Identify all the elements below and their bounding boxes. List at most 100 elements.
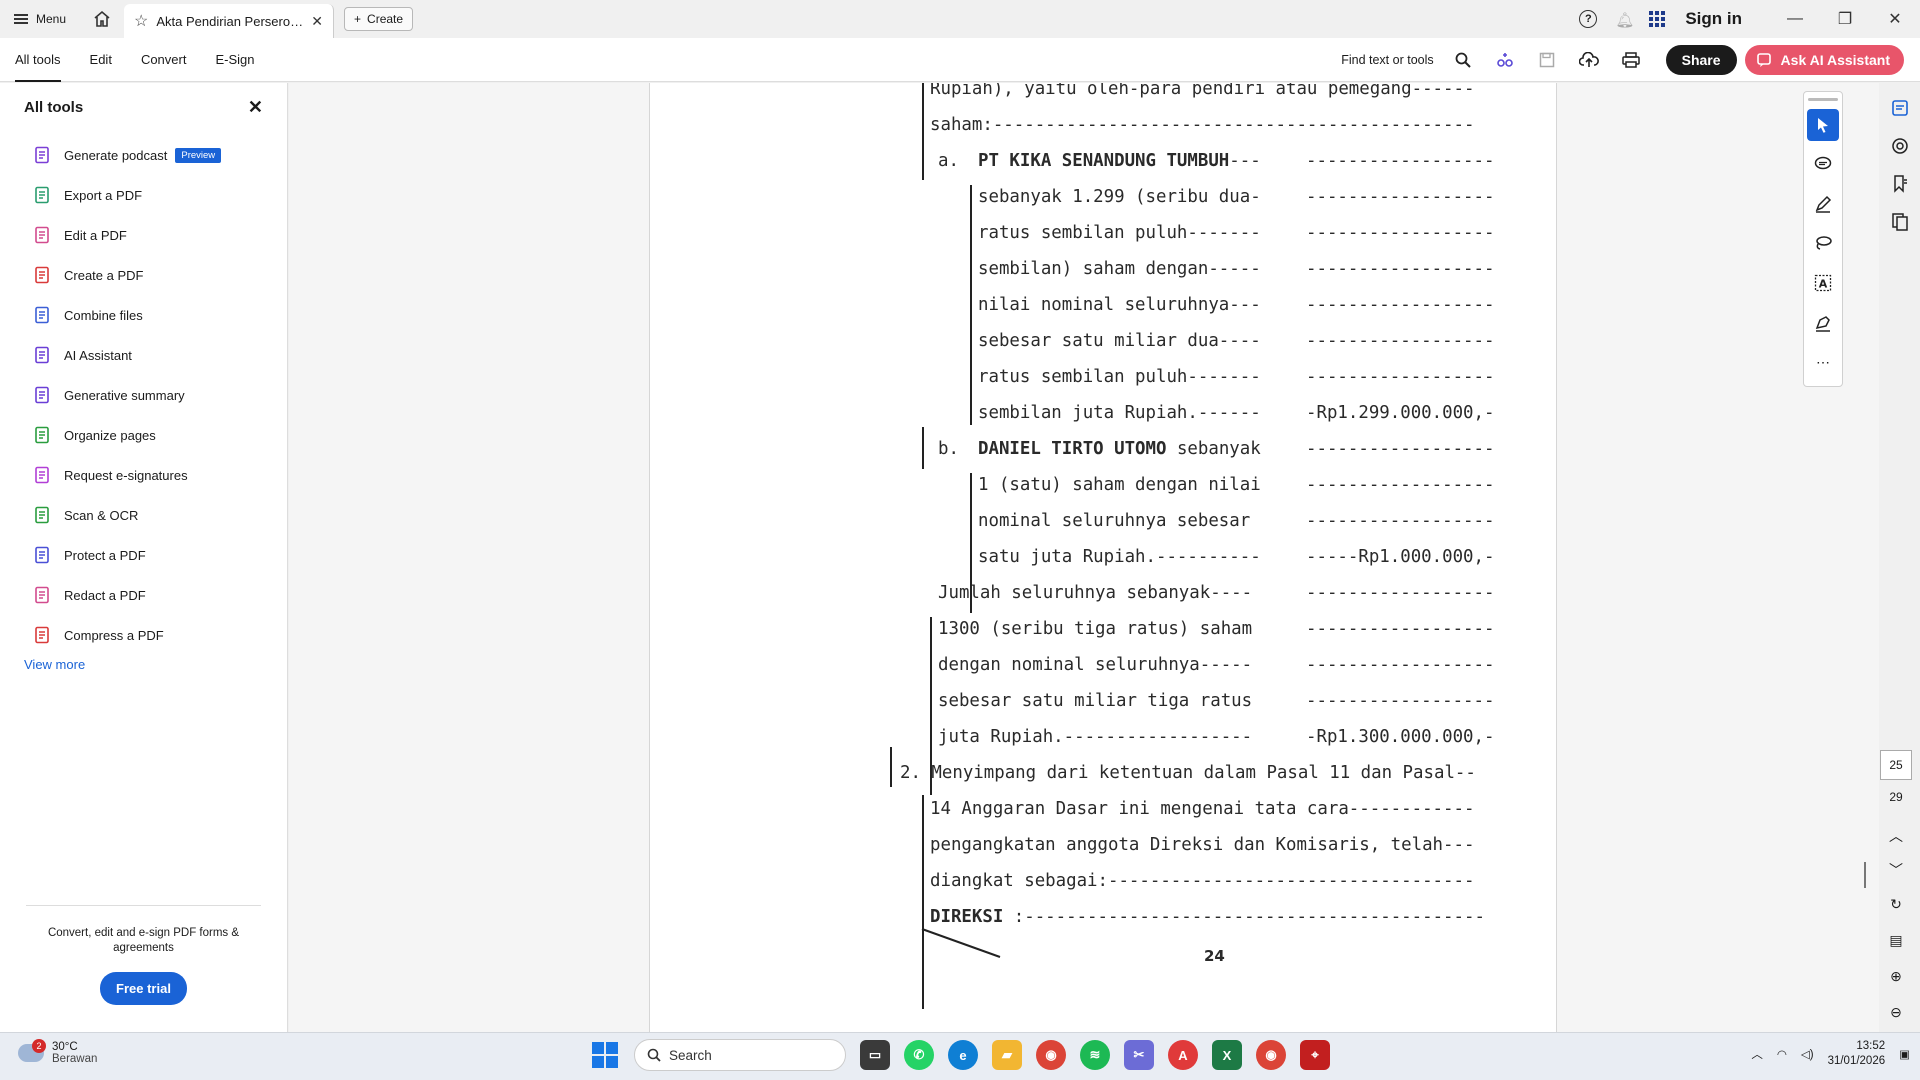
- view-more-link[interactable]: View more: [0, 657, 287, 672]
- print-icon[interactable]: [1610, 52, 1652, 68]
- acrobat-active-icon[interactable]: ⌖: [1300, 1040, 1330, 1070]
- home-button[interactable]: [80, 0, 124, 38]
- drag-handle[interactable]: [1808, 98, 1838, 101]
- tab-all-tools[interactable]: All tools: [0, 38, 75, 82]
- select-cursor-icon[interactable]: [1807, 108, 1839, 141]
- free-trial-button[interactable]: Free trial: [100, 972, 187, 1005]
- shareholder-name: PT KIKA SENANDUNG TUMBUH: [978, 151, 1230, 171]
- excel-icon[interactable]: X: [1212, 1040, 1242, 1070]
- bell-icon[interactable]: 🔔︎: [1615, 11, 1634, 29]
- create-button[interactable]: + Create: [344, 7, 414, 31]
- ai-tools-icon[interactable]: [1484, 51, 1526, 69]
- tool-item[interactable]: Organize pages: [0, 415, 287, 455]
- document-line: pengangkatan anggota Direksi dan Komisar…: [930, 835, 1475, 855]
- share-button[interactable]: Share: [1665, 45, 1737, 75]
- right-rail: [1880, 83, 1920, 1032]
- find-text-label[interactable]: Find text or tools: [1341, 53, 1433, 67]
- margin-line: [922, 795, 924, 1009]
- section-heading: DIREKSI: [930, 907, 1004, 927]
- document-line: nilai nominal seluruhnya---: [978, 295, 1261, 315]
- close-tab-icon[interactable]: ✕: [311, 13, 323, 30]
- star-icon[interactable]: ☆: [134, 11, 148, 31]
- tab-e-sign[interactable]: E-Sign: [200, 38, 268, 82]
- draw-lasso-icon[interactable]: [1807, 228, 1839, 260]
- close-panel-icon[interactable]: ✕: [248, 97, 263, 118]
- apps-grid-icon[interactable]: [1649, 11, 1666, 27]
- tool-item[interactable]: Redact a PDF: [0, 575, 287, 615]
- tool-item[interactable]: Protect a PDF: [0, 535, 287, 575]
- highlight-pen-icon[interactable]: [1807, 188, 1839, 220]
- document-tab[interactable]: ☆ Akta Pendirian Perseroa... ✕: [124, 4, 335, 38]
- help-icon[interactable]: ?: [1579, 10, 1598, 28]
- close-window-icon[interactable]: ✕: [1870, 9, 1920, 29]
- notification-icon[interactable]: ▣: [1899, 1047, 1910, 1061]
- comment-icon[interactable]: [1807, 149, 1839, 181]
- tool-item[interactable]: Generative summary: [0, 375, 287, 415]
- page-fit-icon[interactable]: ▤: [1880, 932, 1912, 949]
- previous-page-icon[interactable]: ︿: [1880, 826, 1912, 846]
- amount-column: ------------------: [1306, 475, 1495, 495]
- bookmarks-icon[interactable]: [1880, 165, 1920, 203]
- weather-widget[interactable]: 2 30°C Berawan: [18, 1039, 97, 1065]
- comments-panel-icon[interactable]: [1880, 127, 1920, 165]
- restore-icon[interactable]: ❐: [1820, 9, 1870, 29]
- sign-in-button[interactable]: Sign in: [1685, 9, 1742, 29]
- document-line: 1300 (seribu tiga ratus) saham: [938, 619, 1253, 639]
- start-button[interactable]: [590, 1040, 620, 1070]
- document-line: 2. Menyimpang dari ketentuan dalam Pasal…: [900, 763, 1476, 783]
- tool-item[interactable]: Create a PDF: [0, 255, 287, 295]
- amount-column: ------------------: [1306, 439, 1495, 459]
- tab-edit[interactable]: Edit: [75, 38, 126, 82]
- clock-time: 13:52: [1856, 1040, 1886, 1052]
- upload-cloud-icon[interactable]: [1568, 52, 1610, 68]
- tray-chevron-icon[interactable]: ︿: [1751, 1046, 1763, 1062]
- ai-summary-icon[interactable]: [1880, 89, 1920, 127]
- minimize-icon[interactable]: —: [1770, 10, 1820, 28]
- wifi-icon[interactable]: ◠: [1777, 1047, 1787, 1061]
- more-tools-icon[interactable]: ⋯: [1807, 346, 1839, 378]
- tab-convert[interactable]: Convert: [126, 38, 201, 82]
- zoom-in-icon[interactable]: ⊕: [1880, 968, 1912, 985]
- scrollbar-thumb[interactable]: [1864, 862, 1866, 888]
- save-icon[interactable]: [1526, 52, 1568, 68]
- tool-label: Protect a PDF: [64, 547, 146, 563]
- document-line: DIREKSI :-------------------------------…: [930, 907, 1485, 927]
- amount-column: ------------------: [1306, 223, 1495, 243]
- tool-item[interactable]: Edit a PDF: [0, 215, 287, 255]
- sign-pen-icon[interactable]: [1807, 307, 1839, 339]
- clock[interactable]: 13:52 31/01/2026: [1828, 1039, 1886, 1069]
- tool-label: Organize pages: [64, 427, 156, 443]
- tool-item[interactable]: Scan & OCR: [0, 495, 287, 535]
- whatsapp-icon[interactable]: ✆: [904, 1040, 934, 1070]
- taskbar-search[interactable]: Search: [634, 1039, 846, 1071]
- acrobat-reader-icon[interactable]: A: [1168, 1040, 1198, 1070]
- document-viewer[interactable]: Rupiah), yaitu oleh-para pendiri atau pe…: [289, 83, 1879, 1032]
- ask-ai-assistant-button[interactable]: Ask AI Assistant: [1744, 45, 1904, 75]
- text-box-icon[interactable]: A: [1807, 267, 1839, 299]
- chrome-profile-icon[interactable]: ◉: [1256, 1040, 1286, 1070]
- edge-icon[interactable]: e: [948, 1040, 978, 1070]
- menu-button[interactable]: Menu: [0, 0, 80, 38]
- tool-item[interactable]: Generate podcast Preview: [0, 135, 287, 175]
- tool-item[interactable]: AI Assistant: [0, 335, 287, 375]
- next-page-icon[interactable]: ﹀: [1880, 860, 1912, 880]
- document-line: dengan nominal seluruhnya-----: [938, 655, 1253, 675]
- zoom-out-icon[interactable]: ⊖: [1880, 1004, 1912, 1021]
- file-explorer-icon[interactable]: ▰: [992, 1040, 1022, 1070]
- rotate-icon[interactable]: ↻: [1880, 896, 1912, 913]
- pages-icon[interactable]: [1880, 203, 1920, 241]
- search-icon[interactable]: [1442, 52, 1484, 68]
- volume-icon[interactable]: ◁): [1801, 1047, 1814, 1061]
- snipping-tool-icon[interactable]: ✂: [1124, 1040, 1154, 1070]
- chrome-icon[interactable]: ◉: [1036, 1040, 1066, 1070]
- task-view-icon[interactable]: ▭: [860, 1040, 890, 1070]
- export-pdf-icon: [35, 186, 49, 204]
- document-line: sembilan) saham dengan-----: [978, 259, 1261, 279]
- spotify-icon[interactable]: ≋: [1080, 1040, 1110, 1070]
- tool-item[interactable]: Request e-signatures: [0, 455, 287, 495]
- tool-label: Compress a PDF: [64, 627, 164, 643]
- tool-item[interactable]: Compress a PDF: [0, 615, 287, 655]
- current-page-input[interactable]: 25: [1880, 750, 1912, 780]
- tool-item[interactable]: Combine files: [0, 295, 287, 335]
- tool-item[interactable]: Export a PDF: [0, 175, 287, 215]
